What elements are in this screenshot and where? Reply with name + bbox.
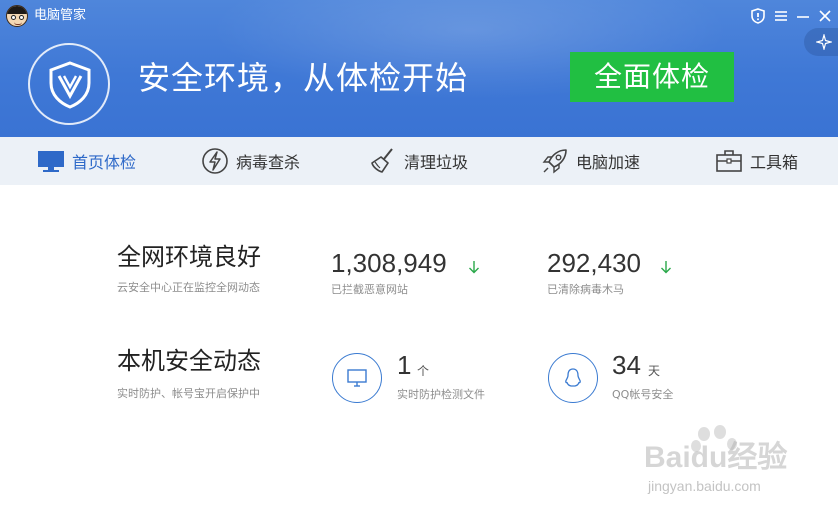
sparkle-icon: [816, 34, 832, 50]
down-arrow-icon: [661, 261, 671, 274]
local-status-title: 本机安全动态: [117, 347, 261, 375]
nav-item-label: 病毒查杀: [236, 153, 301, 172]
title-bar[interactable]: 电脑管家: [0, 0, 838, 32]
scanned-files-caption: 实时防护检测文件: [397, 388, 485, 401]
minimize-icon[interactable]: [793, 6, 813, 26]
nav-item-label: 工具箱: [750, 153, 799, 172]
realtime-protection-badge: [332, 353, 382, 403]
qq-penguin-icon: [565, 368, 581, 387]
shield-logo-icon: [49, 61, 91, 109]
toolbox-icon: [716, 150, 742, 172]
nav-item-toolbox[interactable]: 工具箱: [714, 137, 798, 185]
menu-icon[interactable]: [771, 6, 791, 26]
nav-item-home-scan[interactable]: 首页体检: [36, 137, 136, 185]
cleaned-trojans-caption: 已清除病毒木马: [547, 283, 624, 296]
monitor-icon: [38, 151, 64, 172]
rocket-icon: [542, 149, 567, 174]
blocked-sites-count: 1,308,949: [331, 248, 447, 278]
header-slogan: 安全环境，从体检开始: [138, 59, 469, 97]
baidu-watermark-url: jingyan.baidu.com: [648, 478, 761, 494]
network-status-subtitle: 云安全中心正在监控全网动态: [117, 281, 260, 294]
shield-logo-ring: [28, 43, 110, 125]
nav-item-clean-junk[interactable]: 清理垃圾: [368, 137, 468, 185]
main-nav: 首页体检 病毒查杀 清理垃圾 电脑加速 工具箱: [0, 137, 838, 185]
broom-icon: [371, 148, 393, 173]
shield-status-icon[interactable]: [748, 6, 768, 26]
local-status-subtitle: 实时防护、帐号宝开启保护中: [117, 387, 260, 400]
cleaned-trojans-count: 292,430: [547, 248, 641, 278]
nav-item-speed-up[interactable]: 电脑加速: [540, 137, 640, 185]
nav-item-virus-scan[interactable]: 病毒查杀: [200, 137, 300, 185]
app-title: 电脑管家: [34, 8, 87, 23]
nav-item-label: 首页体检: [72, 153, 137, 172]
blocked-sites-caption: 已拦截恶意网站: [331, 283, 408, 296]
qq-safe-days-count: 34: [612, 350, 641, 380]
qq-safe-caption: QQ帐号安全: [612, 388, 674, 401]
monitor-icon: [347, 369, 367, 387]
scanned-files-count: 1: [397, 350, 412, 380]
nav-item-label: 电脑加速: [576, 153, 641, 172]
qq-safe-days-unit: 天: [648, 364, 661, 378]
down-arrow-icon: [469, 261, 479, 274]
header-banner: 电脑管家 安全环境，从体检开始 全面体检: [0, 0, 838, 137]
close-icon[interactable]: [815, 6, 835, 26]
qq-safety-badge: [548, 353, 598, 403]
lightning-icon: [202, 148, 228, 174]
full-scan-button[interactable]: 全面体检: [570, 52, 734, 102]
nav-item-label: 清理垃圾: [404, 153, 469, 172]
baidu-watermark-logo: Baidu经验: [644, 441, 788, 474]
scanned-files-unit: 个: [417, 364, 430, 378]
sparkle-pin-button[interactable]: [804, 28, 838, 56]
network-status-title: 全网环境良好: [117, 243, 261, 271]
app-logo-icon: [6, 5, 28, 27]
